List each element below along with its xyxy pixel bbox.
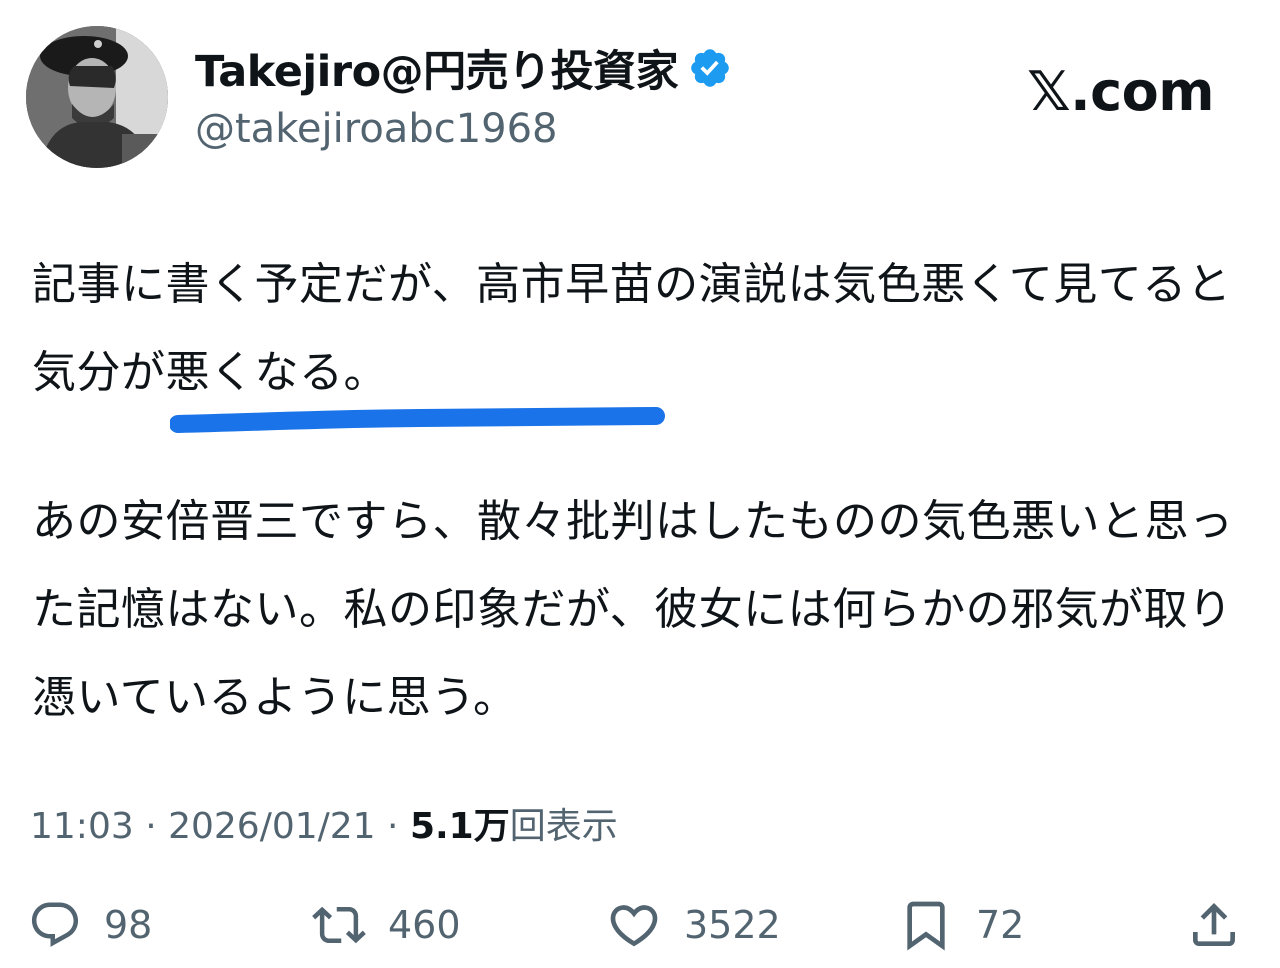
meta-separator: · xyxy=(375,806,410,847)
author-display-name[interactable]: Takejiro@円売り投資家 xyxy=(195,37,679,99)
author-name-row[interactable]: Takejiro@円売り投資家 xyxy=(195,37,732,99)
like-count: 3522 xyxy=(684,903,781,947)
avatar[interactable] xyxy=(26,26,168,168)
meta-separator: · xyxy=(133,806,169,847)
reply-button[interactable]: 98 xyxy=(28,890,152,960)
verified-badge-icon xyxy=(688,46,732,90)
reply-icon xyxy=(31,902,79,947)
heart-icon xyxy=(610,905,658,947)
tweet-action-bar: 98 460 3522 72 xyxy=(0,890,1280,960)
view-count-label: 回表示 xyxy=(509,806,618,847)
view-count: 5.1万 xyxy=(409,806,510,847)
tweet-meta: 11:03 · 2026/01/21 · 5.1万回表示 xyxy=(30,797,618,849)
highlight-underline-mark xyxy=(170,407,665,433)
share-icon xyxy=(1193,903,1235,946)
bookmark-count: 72 xyxy=(976,903,1025,947)
tweet-date[interactable]: 2026/01/21 xyxy=(168,806,376,847)
author-handle[interactable]: @takejiroabc1968 xyxy=(195,106,558,152)
avatar-image xyxy=(26,26,168,168)
bookmark-icon xyxy=(907,901,945,951)
bookmark-button[interactable]: 72 xyxy=(898,890,1024,960)
tweet-text-paragraph: あの安倍晋三ですら、散々批判はしたものの気色悪いと思った記憶はない。私の印象だが… xyxy=(32,496,1234,723)
retweet-button[interactable]: 460 xyxy=(312,890,461,960)
tweet-time[interactable]: 11:03 xyxy=(30,806,134,847)
x-brand-logo: 𝕏.com xyxy=(1027,60,1214,123)
retweet-icon xyxy=(312,906,366,944)
retweet-count: 460 xyxy=(388,903,461,947)
share-button[interactable] xyxy=(1186,890,1242,960)
tweet-text-paragraph: 記事に書く予定だが、高市早苗の演説は気色悪くて見てると気分が悪くなる。 xyxy=(32,259,1232,398)
reply-count: 98 xyxy=(104,903,153,947)
like-button[interactable]: 3522 xyxy=(606,890,781,960)
